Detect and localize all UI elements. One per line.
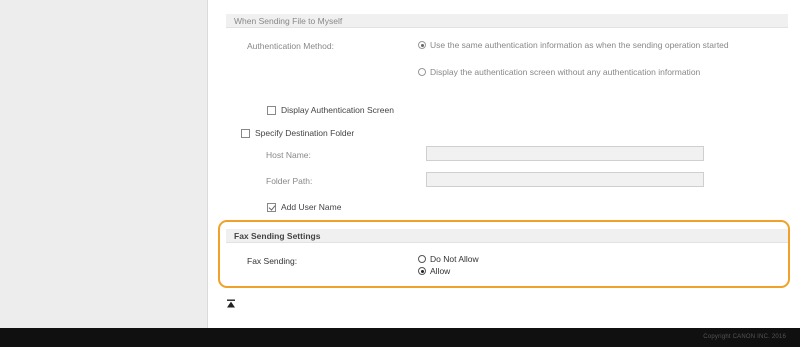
fax-option-allow[interactable]: Allow: [418, 266, 450, 276]
copyright-text: Copyright CANON INC. 2016: [703, 334, 786, 340]
main-content: When Sending File to Myself Authenticati…: [208, 0, 800, 328]
auth-option-same-info-label: Use the same authentication information …: [430, 40, 729, 50]
specify-folder-checkbox[interactable]: [241, 128, 250, 138]
display-auth-screen-option[interactable]: Display Authentication Screen: [267, 105, 394, 115]
add-user-name-label: Add User Name: [281, 202, 342, 212]
sidebar: [0, 0, 208, 328]
display-auth-screen-checkbox[interactable]: [267, 105, 276, 115]
back-to-top-icon[interactable]: [226, 299, 236, 308]
specify-folder-option[interactable]: Specify Destination Folder: [241, 128, 354, 138]
section-title-send-to-myself: When Sending File to Myself: [226, 14, 788, 28]
fax-option-allow-label: Allow: [430, 266, 451, 276]
auth-option-display-screen-label: Display the authentication screen withou…: [430, 67, 701, 77]
radio-do-not-allow[interactable]: [418, 255, 426, 263]
auth-option-same-info[interactable]: Use the same authentication information …: [418, 40, 758, 50]
fax-sending-label: Fax Sending:: [247, 256, 298, 266]
specify-folder-label: Specify Destination Folder: [255, 128, 355, 138]
radio-display-screen[interactable]: [418, 68, 426, 76]
display-auth-screen-label: Display Authentication Screen: [281, 105, 394, 115]
radio-allow[interactable]: [418, 267, 426, 275]
host-name-field[interactable]: [426, 146, 704, 161]
section-title-fax-settings: Fax Sending Settings: [226, 229, 788, 243]
folder-path-field[interactable]: [426, 172, 704, 187]
fax-option-do-not-allow-label: Do Not Allow: [430, 254, 479, 264]
folder-path-label: Folder Path:: [266, 176, 313, 186]
host-name-label: Host Name:: [266, 150, 311, 160]
footer: Copyright CANON INC. 2016: [0, 328, 800, 347]
auth-option-display-screen[interactable]: Display the authentication screen withou…: [418, 67, 758, 77]
fax-option-do-not-allow[interactable]: Do Not Allow: [418, 254, 479, 264]
add-user-name-option[interactable]: Add User Name: [267, 202, 341, 212]
radio-same-info[interactable]: [418, 41, 426, 49]
add-user-name-checkbox[interactable]: [267, 202, 276, 212]
auth-method-label: Authentication Method:: [247, 41, 334, 51]
